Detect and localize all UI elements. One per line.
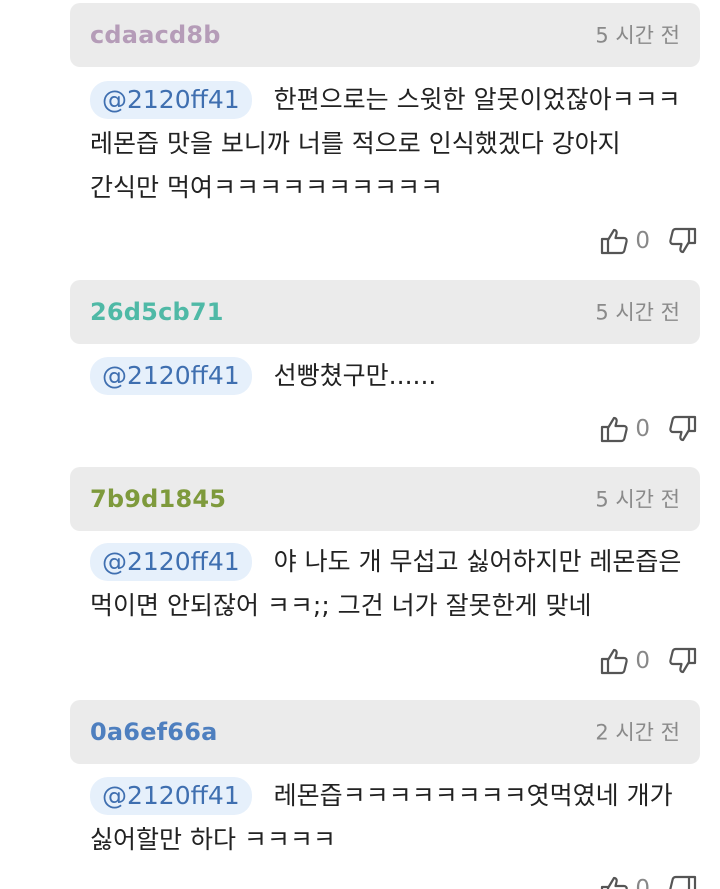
thumbs-down-icon[interactable] xyxy=(668,874,698,889)
comment-feed: cdaacd8b 5 시간 전 @2120ff41 한편으로는 스윗한 알못이었잖… xyxy=(0,0,720,889)
like-count: 0 xyxy=(635,876,650,889)
thumbs-down-icon[interactable] xyxy=(668,646,698,676)
comment-username[interactable]: 0a6ef66a xyxy=(90,718,218,746)
comment-actions: 0 xyxy=(599,644,698,678)
mention-tag[interactable]: @2120ff41 xyxy=(90,777,252,815)
comment-actions: 0 xyxy=(599,224,698,258)
comment-timestamp: 5 시간 전 xyxy=(595,300,680,325)
mention-tag[interactable]: @2120ff41 xyxy=(90,81,252,119)
like-count: 0 xyxy=(635,228,650,254)
mention-tag[interactable]: @2120ff41 xyxy=(90,543,252,581)
mention-tag[interactable]: @2120ff41 xyxy=(90,357,252,395)
comment-text: @2120ff41 한편으로는 스윗한 알못이었잖아ㅋㅋㅋ 레몬즙 맛을 보니까 … xyxy=(90,78,690,210)
comment-header: 7b9d1845 5 시간 전 xyxy=(70,467,700,531)
comment-username[interactable]: cdaacd8b xyxy=(90,21,221,49)
comment-timestamp: 5 시간 전 xyxy=(595,23,680,48)
like-count: 0 xyxy=(635,648,650,674)
thumbs-up-icon[interactable] xyxy=(599,414,629,444)
comment-text: @2120ff41 선빵쳤구만...... xyxy=(90,354,690,398)
like-count: 0 xyxy=(635,416,650,442)
comment-username[interactable]: 7b9d1845 xyxy=(90,485,226,513)
comment-actions: 0 xyxy=(599,872,698,889)
comment-header: 26d5cb71 5 시간 전 xyxy=(70,280,700,344)
comment-header: 0a6ef66a 2 시간 전 xyxy=(70,700,700,764)
comment-timestamp: 2 시간 전 xyxy=(595,720,680,745)
thumbs-up-icon[interactable] xyxy=(599,874,629,889)
comment-body: 선빵쳤구만...... xyxy=(273,361,437,390)
thumbs-down-icon[interactable] xyxy=(668,414,698,444)
thumbs-up-icon[interactable] xyxy=(599,646,629,676)
comment-text: @2120ff41 레몬즙ㅋㅋㅋㅋㅋㅋㅋㅋ엿먹였네 개가 싫어할만 하다 ㅋㅋㅋㅋ xyxy=(90,774,690,862)
comment-timestamp: 5 시간 전 xyxy=(595,487,680,512)
comment-header: cdaacd8b 5 시간 전 xyxy=(70,3,700,67)
comment-actions: 0 xyxy=(599,412,698,446)
thumbs-down-icon[interactable] xyxy=(668,226,698,256)
comment-text: @2120ff41 야 나도 개 무섭고 싫어하지만 레몬즙은 먹이면 안되잖어 … xyxy=(90,540,690,628)
comment-username[interactable]: 26d5cb71 xyxy=(90,298,224,326)
thumbs-up-icon[interactable] xyxy=(599,226,629,256)
